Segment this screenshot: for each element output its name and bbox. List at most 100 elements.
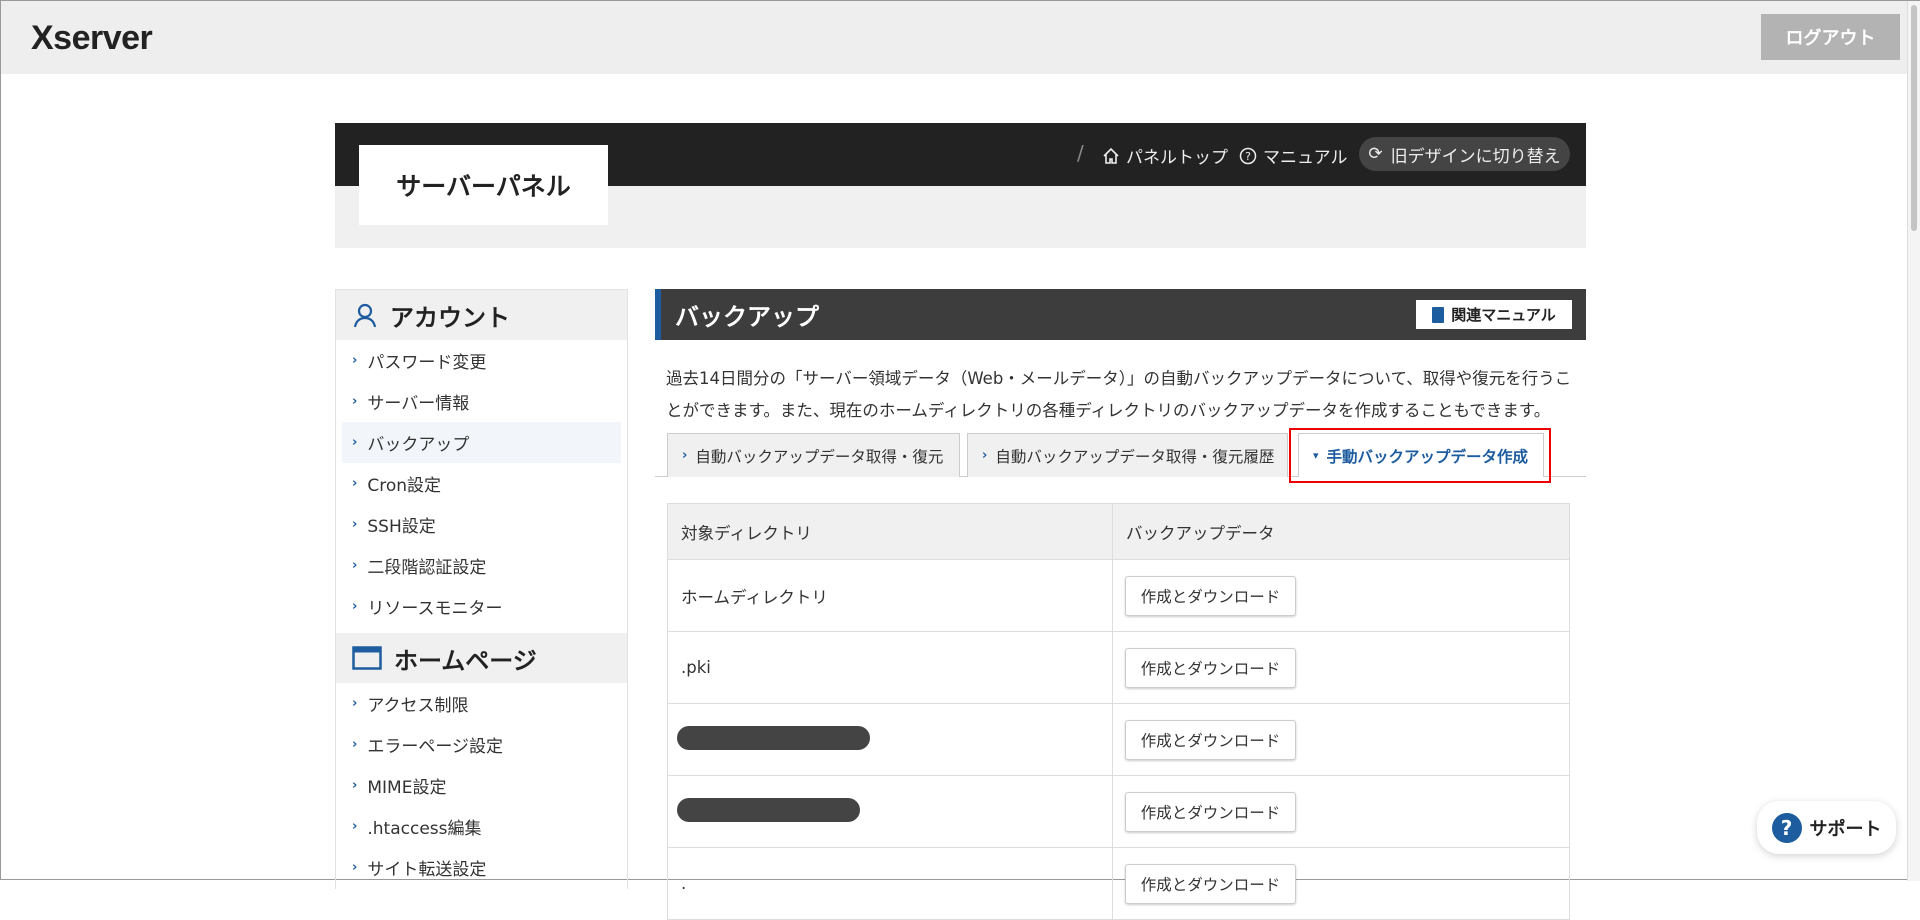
directory-cell	[667, 703, 1113, 776]
sidebar-item-label: バックアップ	[367, 435, 470, 455]
support-button[interactable]: ? サポート	[1757, 801, 1896, 854]
sidebar-section-homepage: ホームページ	[336, 633, 627, 683]
sidebar-item[interactable]: › リソースモニター	[336, 586, 627, 627]
panel-title[interactable]: サーバーパネル	[359, 145, 608, 225]
action-cell: 作成とダウンロード	[1112, 847, 1570, 920]
switch-design-label: 旧デザインに切り替え	[1390, 146, 1561, 167]
related-manual-label: 関連マニュアル	[1451, 306, 1556, 324]
chevron-right-icon: ›	[352, 558, 358, 573]
chevron-right-icon: ›	[682, 448, 688, 463]
switch-design-button[interactable]: ⟳ 旧デザインに切り替え	[1359, 137, 1570, 171]
sidebar-item[interactable]: › アクセス制限	[336, 683, 627, 724]
column-header-directory: 対象ディレクトリ	[667, 503, 1113, 560]
sidebar-item[interactable]: › バックアップ	[342, 422, 621, 463]
user-icon	[353, 303, 377, 328]
create-download-button[interactable]: 作成とダウンロード	[1125, 863, 1296, 904]
redacted-text	[677, 797, 860, 822]
create-download-button[interactable]: 作成とダウンロード	[1125, 647, 1296, 688]
scrollbar-thumb[interactable]	[1911, 5, 1917, 231]
redacted-text	[677, 725, 870, 750]
section-title: アカウント	[390, 303, 510, 332]
column-header-backup: バックアップデータ	[1112, 503, 1570, 560]
tab-label: 自動バックアップデータ取得・復元履歴	[995, 447, 1275, 466]
chevron-right-icon: ›	[352, 737, 358, 752]
chevron-right-icon: ›	[352, 696, 358, 711]
book-icon	[1432, 306, 1445, 323]
action-cell: 作成とダウンロード	[1112, 559, 1570, 632]
sidebar-item-label: サーバー情報	[367, 394, 470, 414]
description: 過去14日間分の「サーバー領域データ（Web・メールデータ）」の自動バックアップ…	[666, 369, 1572, 420]
chevron-right-icon: ›	[352, 353, 358, 368]
chevron-right-icon: ›	[352, 394, 358, 409]
logout-button[interactable]: ログアウト	[1761, 14, 1900, 60]
nav-panel-top-label: パネルトップ	[1126, 148, 1228, 168]
sidebar-item-label: アクセス制限	[367, 696, 469, 716]
chevron-right-icon: ›	[352, 435, 358, 450]
backup-table: 対象ディレクトリ バックアップデータ ホームディレクトリ 作成とダウンロード .pki…	[667, 503, 1570, 920]
sidebar: アカウント › パスワード変更 › サーバー情報 › バックアップ › Cron設定 › SSH設…	[335, 289, 628, 889]
section-title: ホームページ	[394, 646, 537, 675]
create-download-button[interactable]: 作成とダウンロード	[1125, 719, 1296, 760]
directory-name: .	[681, 874, 687, 893]
highlight-box	[1289, 428, 1551, 483]
sidebar-item-label: エラーページ設定	[367, 737, 504, 757]
help-circle-icon: ?	[1239, 147, 1257, 164]
table-row: ホームディレクトリ 作成とダウンロード	[667, 559, 1570, 632]
sidebar-item[interactable]: › SSH設定	[336, 504, 627, 545]
action-cell: 作成とダウンロード	[1112, 775, 1570, 848]
sidebar-item-label: MIME設定	[367, 778, 447, 798]
nav-separator: /	[1077, 141, 1084, 165]
xserver-logo[interactable]: Xserver	[31, 19, 153, 58]
nav-manual[interactable]: ? マニュアル	[1239, 143, 1348, 168]
chevron-right-icon: ›	[352, 778, 358, 793]
sidebar-item-label: 二段階認証設定	[367, 558, 487, 578]
browser-window-icon	[352, 646, 382, 670]
table-row: 作成とダウンロード	[667, 775, 1570, 848]
sidebar-item[interactable]: › エラーページ設定	[336, 724, 627, 765]
tab-auto-restore-history[interactable]: › 自動バックアップデータ取得・復元履歴	[967, 433, 1288, 477]
sidebar-item-label: .htaccess編集	[367, 819, 482, 839]
nav-panel-top[interactable]: パネルトップ	[1102, 143, 1228, 168]
sidebar-item-label: Cron設定	[367, 476, 442, 496]
sidebar-item-label: SSH設定	[367, 517, 436, 537]
sidebar-item[interactable]: › .htaccess編集	[336, 806, 627, 847]
support-label: サポート	[1809, 818, 1882, 840]
help-icon: ?	[1771, 812, 1802, 843]
sidebar-item-label: リソースモニター	[367, 599, 503, 619]
directory-name: .pki	[681, 658, 711, 677]
chevron-right-icon: ›	[352, 819, 358, 834]
directory-cell: .pki	[667, 631, 1113, 704]
chevron-right-icon: ›	[352, 860, 358, 875]
chevron-right-icon: ›	[352, 599, 358, 614]
table-row: . 作成とダウンロード	[667, 847, 1570, 920]
sidebar-item[interactable]: › サーバー情報	[336, 381, 627, 422]
sidebar-item[interactable]: › MIME設定	[336, 765, 627, 806]
directory-cell	[667, 775, 1113, 848]
tab-label: 自動バックアップデータ取得・復元	[695, 447, 944, 466]
related-manual-button[interactable]: 関連マニュアル	[1416, 300, 1572, 329]
action-cell: 作成とダウンロード	[1112, 703, 1570, 776]
chevron-right-icon: ›	[352, 517, 358, 532]
home-icon	[1103, 147, 1119, 164]
sidebar-item[interactable]: › Cron設定	[336, 463, 627, 504]
sidebar-item-label: サイト転送設定	[367, 860, 487, 880]
table-row: 作成とダウンロード	[667, 703, 1570, 776]
tab-auto-restore[interactable]: › 自動バックアップデータ取得・復元	[667, 433, 960, 477]
svg-text:?: ?	[1245, 150, 1251, 163]
directory-name: ホームディレクトリ	[681, 587, 828, 607]
top-bar	[1, 1, 1907, 74]
chevron-right-icon: ›	[982, 448, 988, 463]
action-cell: 作成とダウンロード	[1112, 631, 1570, 704]
sidebar-section-account: アカウント	[336, 290, 627, 340]
sidebar-item-label: パスワード変更	[367, 353, 487, 373]
directory-cell: ホームディレクトリ	[667, 559, 1113, 632]
sidebar-item[interactable]: › サイト転送設定	[336, 847, 627, 888]
refresh-icon: ⟳	[1368, 144, 1383, 164]
nav-manual-label: マニュアル	[1263, 148, 1348, 168]
sidebar-item[interactable]: › 二段階認証設定	[336, 545, 627, 586]
create-download-button[interactable]: 作成とダウンロード	[1125, 791, 1296, 832]
chevron-right-icon: ›	[352, 476, 358, 491]
sidebar-item[interactable]: › パスワード変更	[336, 340, 627, 381]
directory-cell: .	[667, 847, 1113, 920]
create-download-button[interactable]: 作成とダウンロード	[1125, 575, 1296, 616]
